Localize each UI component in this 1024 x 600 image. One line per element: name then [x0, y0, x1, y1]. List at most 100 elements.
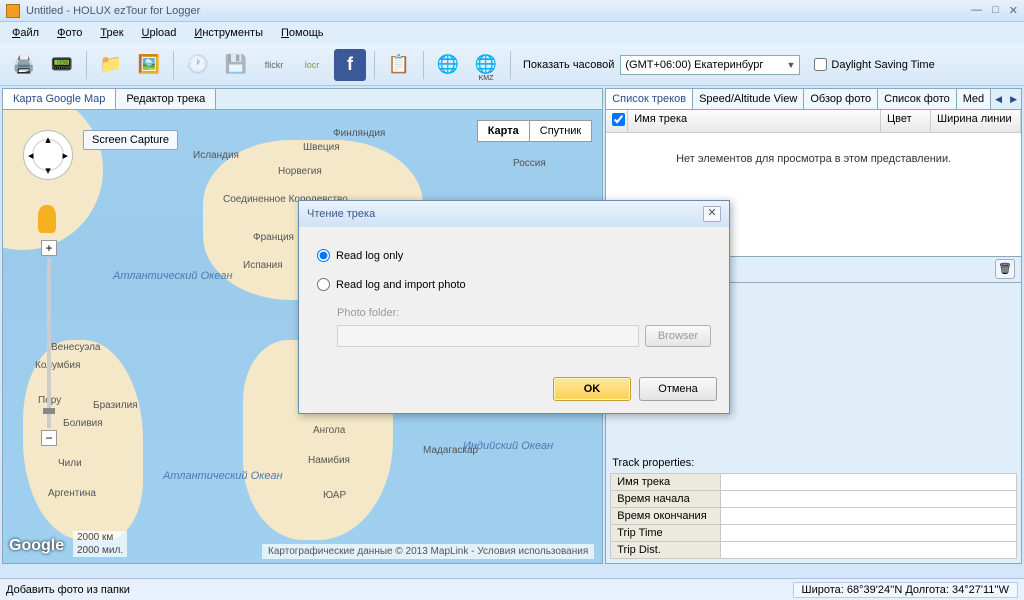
tab-scroll-left[interactable]: ◀ [991, 94, 1006, 105]
col-track-name[interactable]: Имя трека [628, 110, 881, 132]
menu-photo[interactable]: Фото [57, 27, 82, 39]
map-type-map[interactable]: Карта [478, 121, 530, 141]
label-finland: Финляндия [333, 128, 385, 139]
zoom-in-button[interactable]: + [41, 240, 57, 256]
radio-read-log-only[interactable]: Read log only [317, 249, 711, 262]
dialog-close-button[interactable]: ✕ [703, 206, 721, 222]
timezone-select[interactable]: (GMT+06:00) Екатеринбург ▼ [620, 55, 800, 75]
dst-label: Daylight Saving Time [831, 59, 934, 71]
label-argentina: Аргентина [48, 488, 96, 499]
menubar: Файл Фото Трек Upload Инструменты Помощь [0, 22, 1024, 44]
timezone-value: (GMT+06:00) Екатеринбург [625, 59, 763, 71]
pegman-icon[interactable] [38, 205, 56, 233]
dst-checkbox[interactable]: Daylight Saving Time [814, 58, 934, 71]
statusbar: Добавить фото из папки Широта: 68°39'24'… [0, 578, 1024, 600]
prop-end-label: Время окончания [611, 508, 721, 525]
browse-button: Browser [645, 325, 711, 347]
tab-track-list[interactable]: Список треков [606, 89, 693, 109]
col-checkbox[interactable] [606, 110, 628, 132]
window-title: Untitled - HOLUX ezTour for Logger [26, 5, 971, 17]
menu-file[interactable]: Файл [12, 27, 39, 39]
menu-track[interactable]: Трек [100, 27, 123, 39]
label-brazil: Бразилия [93, 400, 138, 411]
label-france: Франция [253, 232, 294, 243]
tab-track-editor[interactable]: Редактор трека [116, 89, 216, 109]
track-properties: Track properties: Имя трека Время начала… [605, 451, 1022, 564]
col-color[interactable]: Цвет [881, 110, 931, 132]
ok-button[interactable]: OK [553, 377, 631, 401]
zoom-control[interactable]: + − [41, 240, 57, 446]
label-venezuela: Венесуэла [51, 342, 100, 353]
prop-triptime-label: Trip Time [611, 525, 721, 542]
menu-tools[interactable]: Инструменты [194, 27, 263, 39]
photo-folder-label: Photo folder: [337, 307, 711, 319]
timezone-label: Показать часовой [523, 59, 614, 71]
app-icon [6, 4, 20, 18]
device-icon[interactable]: 📟 [46, 49, 78, 81]
tab-photo-overview[interactable]: Обзор фото [804, 89, 878, 109]
prop-name-value [721, 474, 1017, 491]
screen-capture-button[interactable]: Screen Capture [83, 130, 178, 150]
folder-icon[interactable]: 📁 [95, 49, 127, 81]
label-namibia: Намибия [308, 455, 350, 466]
scanner-icon[interactable]: 🖨️ [8, 49, 40, 81]
flickr-icon[interactable]: flickr [258, 49, 290, 81]
tab-scroll-right[interactable]: ▶ [1006, 94, 1021, 105]
google-logo: Google [9, 537, 64, 555]
label-uar: ЮАР [323, 490, 346, 501]
facebook-icon[interactable]: f [334, 49, 366, 81]
ocean-label-atlantic: Атлантический Океан [113, 270, 233, 282]
status-coordinates: Широта: 68°39'24''N Долгота: 34°27'11''W [793, 582, 1018, 598]
titlebar: Untitled - HOLUX ezTour for Logger — □ ✕ [0, 0, 1024, 22]
label-madagascar: Мадагаскар [423, 445, 478, 456]
map-pan-control[interactable]: ▴▾ ◂▸ [23, 130, 73, 180]
map-type-switcher[interactable]: Карта Спутник [477, 120, 593, 142]
status-text: Добавить фото из папки [6, 584, 793, 596]
maximize-button[interactable]: □ [992, 4, 999, 17]
prop-name-label: Имя трека [611, 474, 721, 491]
google-earth-icon[interactable]: 🌐 [432, 49, 464, 81]
zoom-out-button[interactable]: − [41, 430, 57, 446]
label-norway: Норвегия [278, 166, 322, 177]
prop-start-value [721, 491, 1017, 508]
kmz-icon[interactable]: 🌐KMZ [470, 49, 502, 81]
dst-checkbox-input[interactable] [814, 58, 827, 71]
label-russia: Россия [513, 158, 546, 169]
photos-icon[interactable]: 🖼️ [133, 49, 165, 81]
toolbar: 🖨️ 📟 📁 🖼️ 🕐 💾 flickr locr f 📋 🌐 🌐KMZ Пок… [0, 44, 1024, 86]
menu-help[interactable]: Помощь [281, 27, 324, 39]
map-type-satellite[interactable]: Спутник [530, 121, 591, 141]
close-button[interactable]: ✕ [1009, 4, 1018, 17]
radio-read-log-import-photo[interactable]: Read log and import photo [317, 278, 711, 291]
clock-icon[interactable]: 🕐 [182, 49, 214, 81]
map-credit: Картографические данные © 2013 MapLink -… [262, 544, 594, 559]
locr-icon[interactable]: locr [296, 49, 328, 81]
tab-google-map[interactable]: Карта Google Map [3, 89, 116, 109]
prop-end-value [721, 508, 1017, 525]
tab-med[interactable]: Med [957, 89, 991, 109]
tab-speed-altitude[interactable]: Speed/Altitude View [693, 89, 804, 109]
label-sweden: Швеция [303, 142, 340, 153]
prop-tripdist-value [721, 542, 1017, 559]
label-iceland: Исландия [193, 150, 239, 161]
label-bolivia: Боливия [63, 418, 103, 429]
chevron-down-icon: ▼ [786, 60, 795, 70]
menu-upload[interactable]: Upload [142, 27, 177, 39]
label-chile: Чили [58, 458, 82, 469]
map-scale: 2000 км2000 мил. [73, 531, 127, 557]
memory-icon[interactable]: 💾 [220, 49, 252, 81]
ocean-label-atlantic2: Атлантический Океан [163, 470, 283, 482]
prop-start-label: Время начала [611, 491, 721, 508]
zoom-slider-handle[interactable] [43, 408, 55, 414]
prop-tripdist-label: Trip Dist. [611, 542, 721, 559]
export-icon[interactable]: 📋 [383, 49, 415, 81]
read-track-dialog: Чтение трека ✕ Read log only Read log an… [298, 200, 730, 414]
prop-triptime-value [721, 525, 1017, 542]
tab-photo-list[interactable]: Список фото [878, 89, 957, 109]
props-title: Track properties: [610, 455, 1017, 473]
col-line-width[interactable]: Ширина линии [931, 110, 1021, 132]
minimize-button[interactable]: — [971, 4, 982, 17]
photo-folder-input [337, 325, 639, 347]
delete-track-button[interactable]: 🗑 [995, 259, 1015, 279]
cancel-button[interactable]: Отмена [639, 377, 717, 401]
